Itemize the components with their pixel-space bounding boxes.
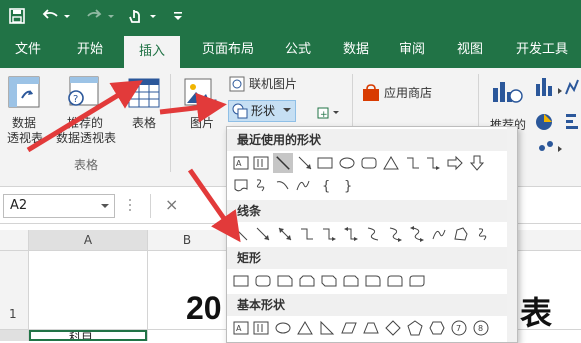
arrow-to-insert-tab — [26, 80, 143, 153]
arrow-to-picture — [159, 92, 227, 123]
annotation-arrows — [26, 80, 241, 243]
arrow-to-line-shape — [187, 168, 241, 243]
